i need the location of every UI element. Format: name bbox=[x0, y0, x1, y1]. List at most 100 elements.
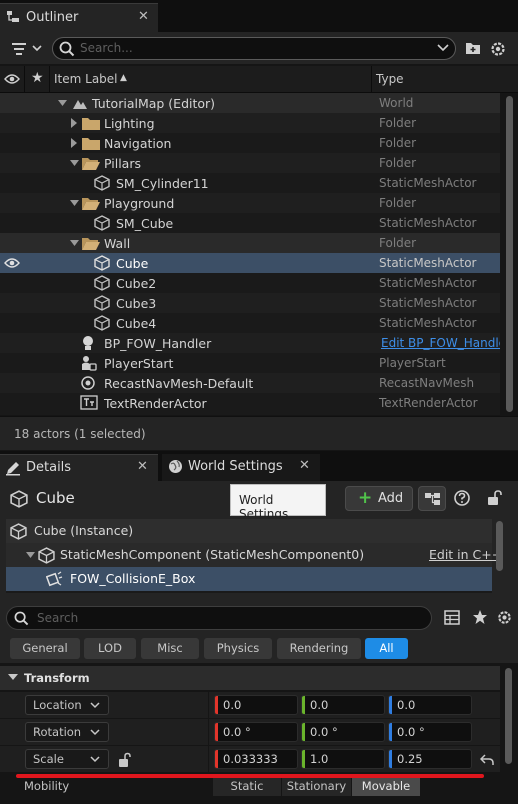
blueprint-button[interactable] bbox=[418, 486, 446, 511]
tree-row-navigation[interactable]: Navigation Folder bbox=[0, 133, 500, 153]
filter-label: Rendering bbox=[289, 641, 349, 655]
filter-physics[interactable]: Physics bbox=[204, 638, 272, 659]
details-search-input[interactable]: Search bbox=[6, 606, 432, 630]
visibility-column[interactable] bbox=[0, 66, 25, 93]
property-row-rotation: Rotation 0.0 ° 0.0 ° 0.0 ° bbox=[0, 719, 500, 746]
tab-outliner[interactable]: Outliner ✕ bbox=[0, 3, 158, 32]
help-icon[interactable] bbox=[453, 489, 471, 507]
segment-label: Stationary bbox=[286, 779, 347, 793]
tree-row-recastnavmesh[interactable]: RecastNavMesh-Default RecastNavMesh bbox=[0, 373, 500, 393]
box-collision-icon bbox=[46, 571, 63, 587]
location-y-field[interactable]: 0.0 bbox=[301, 695, 385, 715]
row-label: Cube2 bbox=[116, 276, 157, 291]
field-value: 0.0 bbox=[397, 698, 416, 712]
pin-column[interactable]: ★ bbox=[25, 66, 50, 93]
scale-lock-icon[interactable] bbox=[118, 752, 132, 768]
tree-row-playerstart[interactable]: PlayerStart PlayerStart bbox=[0, 353, 500, 373]
chevron-down-icon[interactable] bbox=[437, 44, 449, 52]
tree-row-cube2[interactable]: Cube2 StaticMeshActor bbox=[0, 273, 500, 293]
row-label: Cube bbox=[116, 256, 149, 271]
component-row-collision[interactable]: FOW_CollisionE_Box bbox=[6, 567, 492, 591]
location-x-field[interactable]: 0.0 bbox=[214, 695, 298, 715]
scrollbar-thumb[interactable] bbox=[496, 521, 503, 571]
close-icon[interactable]: ✕ bbox=[138, 9, 149, 24]
details-scrollbar[interactable] bbox=[500, 666, 518, 804]
tree-row-playground[interactable]: Playground Folder bbox=[0, 193, 500, 213]
tab-world-settings[interactable]: World Settings ✕ bbox=[162, 454, 320, 481]
outliner-search-input[interactable]: Search... bbox=[52, 37, 456, 60]
scale-y-field[interactable]: 1.0 bbox=[301, 749, 385, 769]
tree-row-textrenderactor[interactable]: TextRenderActor TextRenderActor bbox=[0, 393, 500, 413]
tree-row-cube[interactable]: Cube StaticMeshActor bbox=[0, 253, 500, 273]
row-type: Folder bbox=[379, 116, 417, 130]
outliner-scrollbar[interactable] bbox=[501, 93, 518, 415]
scrollbar-thumb[interactable] bbox=[506, 96, 513, 412]
close-icon[interactable]: ✕ bbox=[299, 458, 310, 473]
filter-misc[interactable]: Misc bbox=[141, 638, 199, 659]
item-label-column[interactable]: Item Label ▲ bbox=[50, 66, 372, 93]
tree-row-cube3[interactable]: Cube3 StaticMeshActor bbox=[0, 293, 500, 313]
filter-rendering[interactable]: Rendering bbox=[277, 638, 361, 659]
location-dropdown[interactable]: Location bbox=[25, 695, 109, 715]
edit-blueprint-link[interactable]: Edit BP_FOW_Handle bbox=[381, 336, 500, 350]
mobility-movable[interactable]: Movable bbox=[352, 778, 420, 796]
unlock-icon[interactable] bbox=[486, 489, 504, 507]
mobility-stationary[interactable]: Stationary bbox=[282, 778, 351, 796]
scrollbar-thumb[interactable] bbox=[505, 668, 512, 764]
row-label: TutorialMap (Editor) bbox=[92, 96, 216, 111]
axis-y-marker bbox=[302, 723, 305, 741]
tree-row-sm-cylinder11[interactable]: SM_Cylinder11 StaticMeshActor bbox=[0, 173, 500, 193]
tree-row-bp-fow-handler[interactable]: BP_FOW_Handler Edit BP_FOW_Handle bbox=[0, 333, 500, 353]
filter-button[interactable] bbox=[8, 40, 46, 58]
world-icon bbox=[73, 100, 87, 109]
star-icon[interactable] bbox=[472, 609, 488, 625]
gear-icon[interactable] bbox=[496, 609, 513, 626]
add-component-button[interactable]: + Add bbox=[345, 486, 413, 511]
gear-icon[interactable] bbox=[489, 40, 507, 58]
player-start-icon bbox=[82, 356, 97, 371]
folder-open-icon bbox=[82, 238, 100, 250]
segment-label: Static bbox=[230, 779, 264, 793]
filter-lod[interactable]: LOD bbox=[84, 638, 136, 659]
axis-x-marker bbox=[215, 723, 218, 741]
tab-details[interactable]: Details ✕ bbox=[0, 454, 158, 481]
tree-row-tutorialmap[interactable]: TutorialMap (Editor) World bbox=[0, 93, 500, 113]
component-row-instance[interactable]: Cube (Instance) bbox=[6, 519, 492, 543]
tab-world-settings-label: World Settings bbox=[188, 459, 283, 474]
close-icon[interactable]: ✕ bbox=[137, 459, 148, 474]
filter-general[interactable]: General bbox=[10, 638, 80, 659]
mobility-static[interactable]: Static bbox=[213, 778, 281, 796]
rotation-y-field[interactable]: 0.0 ° bbox=[301, 722, 385, 742]
table-view-icon[interactable] bbox=[444, 610, 460, 625]
type-column[interactable]: Type bbox=[372, 66, 518, 93]
component-row-staticmesh[interactable]: StaticMeshComponent (StaticMeshComponent… bbox=[6, 543, 492, 567]
expanded-arrow-icon bbox=[70, 200, 79, 206]
tree-row-pillars[interactable]: Pillars Folder bbox=[0, 153, 500, 173]
rotation-dropdown[interactable]: Rotation bbox=[25, 722, 109, 742]
add-folder-icon[interactable] bbox=[465, 41, 482, 56]
edit-in-cpp-link[interactable]: Edit in C++ bbox=[429, 547, 502, 562]
tree-row-sm-cube[interactable]: SM_Cube StaticMeshActor bbox=[0, 213, 500, 233]
search-icon bbox=[14, 611, 29, 626]
globe-icon bbox=[168, 459, 183, 474]
scale-x-field[interactable]: 0.033333 bbox=[214, 749, 298, 769]
folder-open-icon bbox=[82, 158, 100, 170]
segment-label: Movable bbox=[361, 779, 411, 793]
tree-row-lighting[interactable]: Lighting Folder bbox=[0, 113, 500, 133]
rotation-x-field[interactable]: 0.0 ° bbox=[214, 722, 298, 742]
row-type: StaticMeshActor bbox=[379, 276, 477, 290]
scale-dropdown[interactable]: Scale bbox=[25, 749, 109, 769]
filter-all[interactable]: All bbox=[365, 638, 408, 659]
components-scrollbar[interactable] bbox=[493, 519, 505, 593]
transform-section-header[interactable]: Transform bbox=[0, 666, 500, 690]
tree-row-cube4[interactable]: Cube4 StaticMeshActor bbox=[0, 313, 500, 333]
location-z-field[interactable]: 0.0 bbox=[388, 695, 472, 715]
axis-x-marker bbox=[215, 696, 218, 714]
navmesh-icon bbox=[81, 376, 95, 390]
tree-row-wall[interactable]: Wall Folder bbox=[0, 233, 500, 253]
reset-to-default-icon[interactable] bbox=[480, 754, 494, 766]
rotation-z-field[interactable]: 0.0 ° bbox=[388, 722, 472, 742]
scale-z-field[interactable]: 0.25 bbox=[388, 749, 472, 769]
collapsed-arrow-icon bbox=[71, 138, 77, 148]
row-type: StaticMeshActor bbox=[379, 256, 477, 270]
